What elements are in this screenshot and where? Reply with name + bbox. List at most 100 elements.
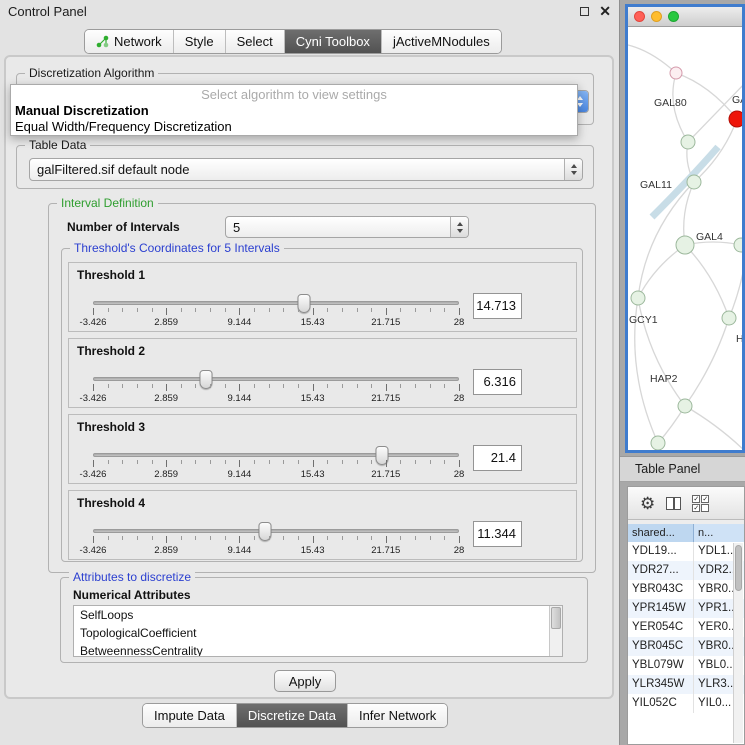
tab-cyni-toolbox[interactable]: Cyni Toolbox [284, 30, 381, 53]
threshold-4-slider[interactable]: -3.4262.8599.14415.4321.71528 [93, 525, 459, 557]
slider-track[interactable] [93, 529, 459, 533]
tab-infer-network[interactable]: Infer Network [347, 704, 447, 727]
scrollbar-thumb[interactable] [551, 607, 561, 629]
numerical-attributes-list[interactable]: SelfLoops TopologicalCoefficient Between… [73, 605, 563, 657]
close-traffic-light-icon[interactable] [634, 11, 645, 22]
tick-mark [357, 460, 358, 464]
cell-shared-name[interactable]: YIL052C [628, 694, 694, 713]
tick-mark [400, 536, 401, 540]
network-edge[interactable] [638, 245, 685, 298]
cell-shared-name[interactable]: YDL19... [628, 542, 694, 561]
table-toolbar: ⚙ ✓ ✓ ✓ [628, 487, 744, 520]
cell-shared-name[interactable]: YPR145W [628, 599, 694, 618]
table-row[interactable]: YER054CYER0... [628, 618, 744, 637]
tick-mark [298, 460, 299, 464]
tick-label: 15.43 [301, 469, 325, 480]
tick-mark [400, 308, 401, 312]
tab-network[interactable]: Network [85, 30, 173, 53]
network-edge[interactable] [685, 406, 742, 450]
threshold-2-value-field[interactable]: 6.316 [473, 369, 522, 395]
slider-track[interactable] [93, 377, 459, 381]
list-item[interactable]: BetweennessCentrality [74, 642, 562, 657]
table-scrollbar[interactable] [733, 543, 743, 743]
network-edge[interactable] [685, 318, 729, 406]
zoom-traffic-light-icon[interactable] [668, 11, 679, 22]
network-edge[interactable] [628, 45, 676, 73]
tick-mark [444, 536, 445, 540]
table-row[interactable]: YPR145WYPR1... [628, 599, 744, 618]
table-row[interactable]: YDL19...YDL1... [628, 542, 744, 561]
network-window-titlebar[interactable] [628, 7, 742, 27]
tab-jactivemnodules[interactable]: jActiveMNodules [381, 30, 501, 53]
num-intervals-select[interactable]: 5 [225, 216, 469, 238]
list-item[interactable]: TopologicalCoefficient [74, 624, 562, 642]
network-edge[interactable] [685, 245, 729, 318]
threshold-1-value-field[interactable]: 14.713 [473, 293, 522, 319]
cell-shared-name[interactable]: YBR045C [628, 637, 694, 656]
gear-icon[interactable]: ⚙ [640, 495, 655, 512]
table-row[interactable]: YLR345WYLR3... [628, 675, 744, 694]
table-row[interactable]: YBR045CYBR0... [628, 637, 744, 656]
cell-shared-name[interactable]: YDR27... [628, 561, 694, 580]
tick-mark [239, 460, 240, 467]
list-scrollbar[interactable] [549, 606, 562, 656]
table-row[interactable]: YDR27...YDR2... [628, 561, 744, 580]
select-columns-icon[interactable]: ✓ ✓ ✓ [692, 495, 713, 512]
tab-discretize-data[interactable]: Discretize Data [236, 704, 347, 727]
network-edge[interactable] [676, 73, 737, 119]
network-node[interactable] [729, 111, 742, 127]
tick-mark [430, 308, 431, 312]
tab-style[interactable]: Style [173, 30, 225, 53]
tick-label: 21.715 [371, 317, 400, 328]
columns-icon[interactable] [666, 497, 681, 510]
tick-mark [269, 536, 270, 540]
node-label: GAL4 [696, 231, 723, 243]
network-node[interactable] [670, 67, 682, 79]
cell-shared-name[interactable]: YBR043C [628, 580, 694, 599]
column-header-shared-name[interactable]: shared... [628, 524, 694, 542]
network-graph[interactable]: GAL80GALGAL11GAL4GCY1HAP2HI [628, 27, 742, 450]
float-window-icon[interactable] [580, 7, 589, 16]
dropdown-option-equal-width-frequency[interactable]: Equal Width/Frequency Discretization [11, 119, 577, 135]
threshold-4-value-field[interactable]: 11.344 [473, 521, 522, 547]
network-node[interactable] [651, 436, 665, 450]
cell-shared-name[interactable]: YLR345W [628, 675, 694, 694]
threshold-2-slider[interactable]: -3.4262.8599.14415.4321.71528 [93, 373, 459, 405]
tab-select[interactable]: Select [225, 30, 284, 53]
column-header-name[interactable]: n... [694, 524, 744, 542]
table-row[interactable]: YIL052CYIL0... [628, 694, 744, 713]
cell-shared-name[interactable]: YBL079W [628, 656, 694, 675]
tick-mark [254, 384, 255, 388]
cyni-toolbox-panel: Discretization Algorithm Table Data galF… [4, 55, 614, 699]
thresholds-group: Threshold's Coordinates for 5 Intervals … [61, 248, 583, 562]
threshold-3-value-field[interactable]: 21.4 [473, 445, 522, 471]
tick-mark [327, 384, 328, 388]
tab-impute-data[interactable]: Impute Data [143, 704, 236, 727]
cell-shared-name[interactable]: YER054C [628, 618, 694, 637]
tick-mark [342, 536, 343, 540]
table-row[interactable]: YBR043CYBR0... [628, 580, 744, 599]
apply-button[interactable]: Apply [274, 670, 336, 692]
slider-track[interactable] [93, 453, 459, 457]
network-node[interactable] [687, 175, 701, 189]
slider-track[interactable] [93, 301, 459, 305]
table-data-select[interactable]: galFiltered.sif default node [29, 158, 583, 181]
network-node[interactable] [681, 135, 695, 149]
tick-mark [108, 384, 109, 388]
table-row[interactable]: YBL079WYBL0... [628, 656, 744, 675]
tick-mark [327, 308, 328, 312]
scrollbar-thumb[interactable] [735, 545, 742, 591]
network-canvas[interactable]: GAL80GALGAL11GAL4GCY1HAP2HI [628, 27, 742, 450]
tick-mark [430, 536, 431, 540]
network-node[interactable] [722, 311, 736, 325]
minimize-traffic-light-icon[interactable] [651, 11, 662, 22]
network-node[interactable] [631, 291, 645, 305]
close-icon[interactable]: ✕ [599, 4, 611, 18]
network-node[interactable] [678, 399, 692, 413]
dropdown-option-manual-discretization[interactable]: Manual Discretization [11, 103, 577, 119]
network-node[interactable] [734, 238, 742, 252]
threshold-1-slider[interactable]: -3.4262.8599.14415.4321.71528 [93, 297, 459, 329]
network-node[interactable] [676, 236, 694, 254]
threshold-3-slider[interactable]: -3.4262.8599.14415.4321.71528 [93, 449, 459, 481]
list-item[interactable]: SelfLoops [74, 606, 562, 624]
